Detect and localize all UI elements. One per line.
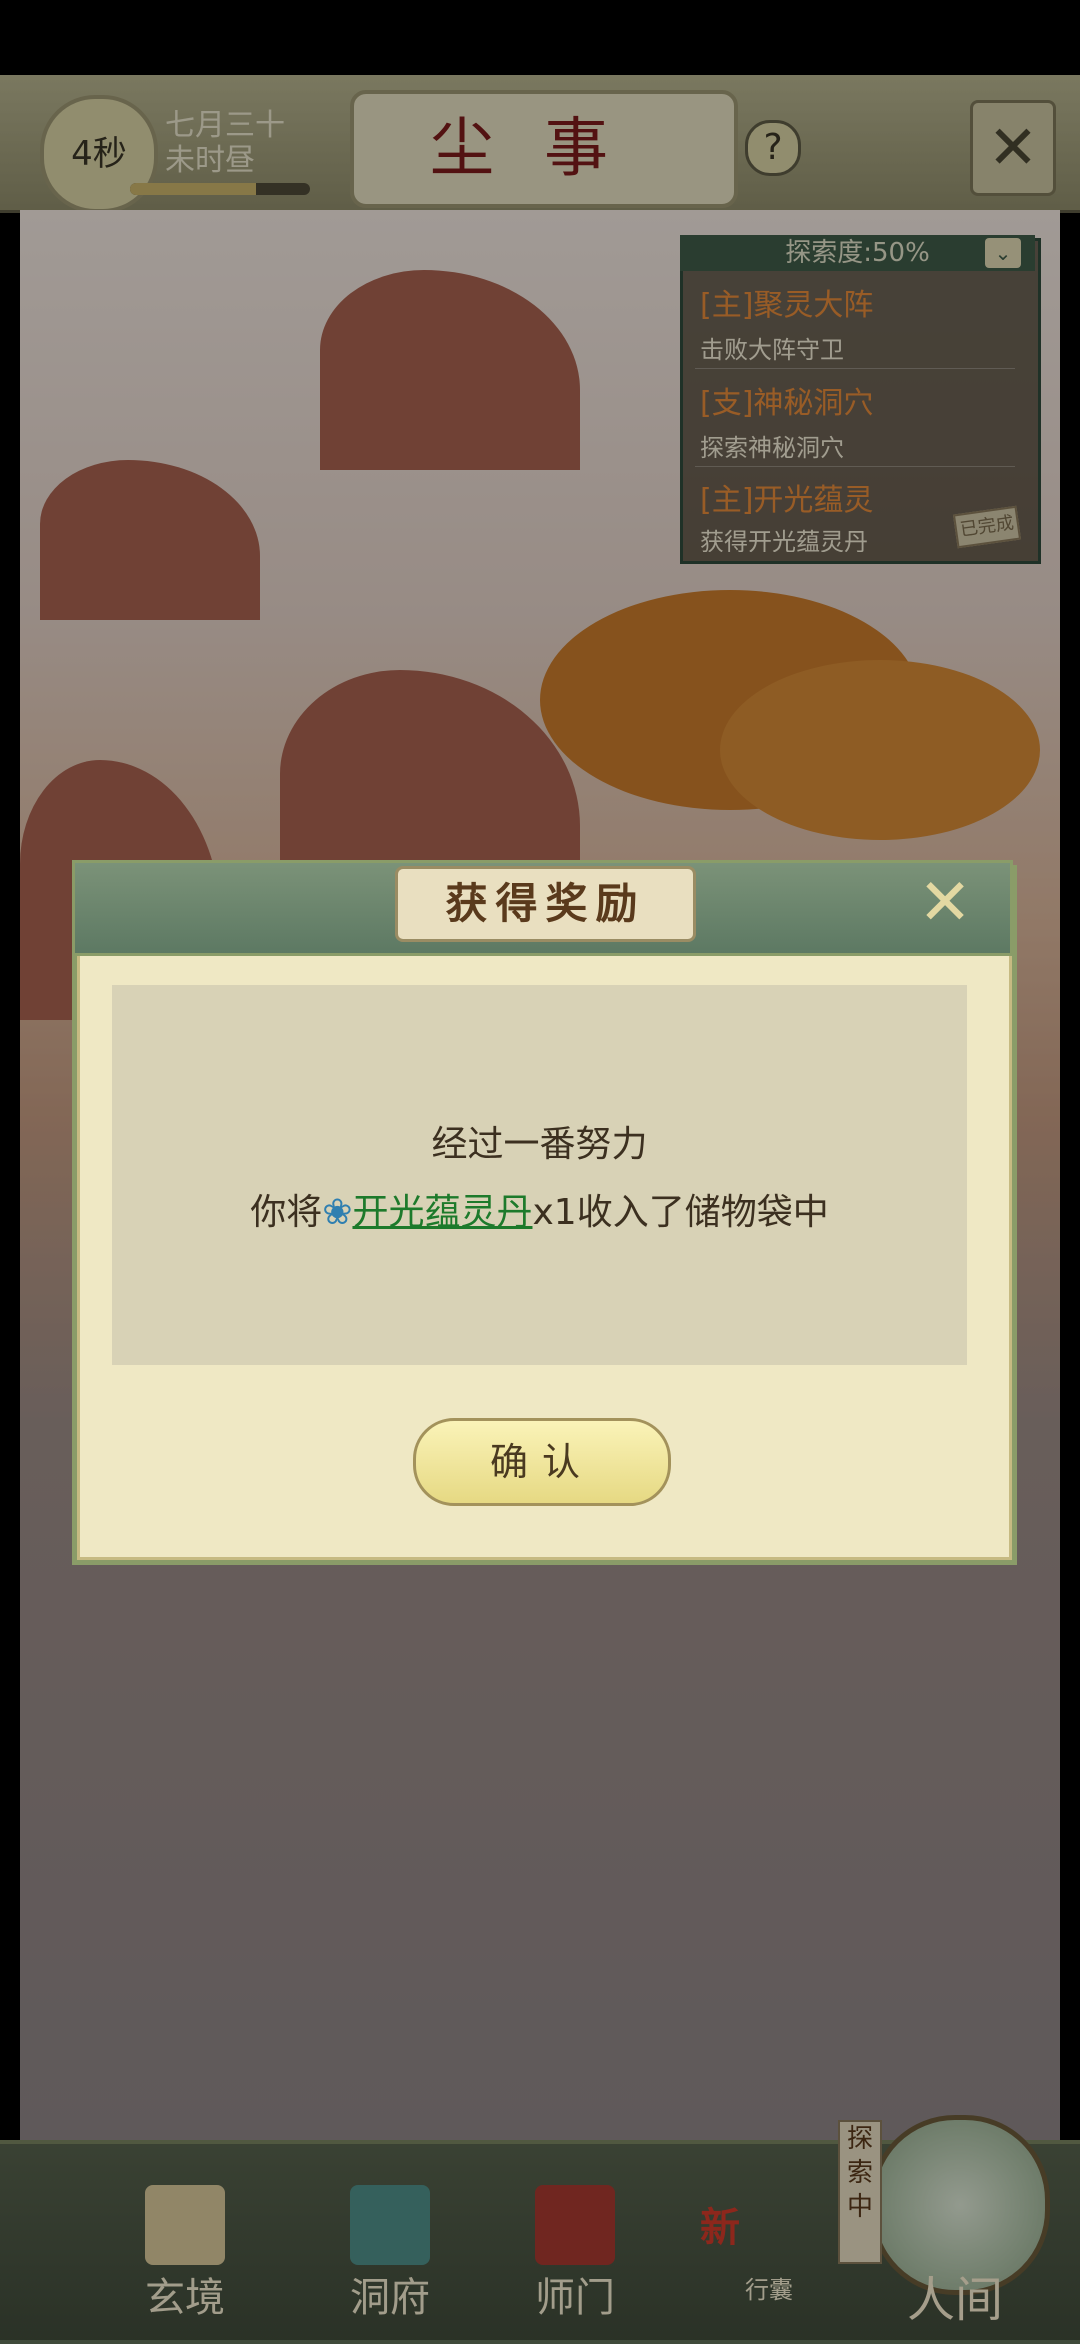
message-suffix: x1收入了储物袋中 xyxy=(532,1192,829,1233)
confirm-label: 确认 xyxy=(489,1440,594,1484)
close-icon[interactable]: ✕ xyxy=(905,868,985,938)
dialog-title: 获得奖励 xyxy=(445,879,646,928)
message-prefix: 你将 xyxy=(250,1192,323,1233)
reward-message: 你将❀开光蕴灵丹x1收入了储物袋中 xyxy=(112,1183,967,1235)
dialog-title-plaque: 获得奖励 xyxy=(395,866,696,942)
item-link[interactable]: 开光蕴灵丹 xyxy=(352,1192,532,1233)
lotus-icon: ❀ xyxy=(322,1192,353,1233)
message-line: 经过一番努力 xyxy=(431,1124,648,1165)
confirm-button[interactable]: 确认 xyxy=(413,1418,671,1506)
message-box xyxy=(112,985,967,1365)
